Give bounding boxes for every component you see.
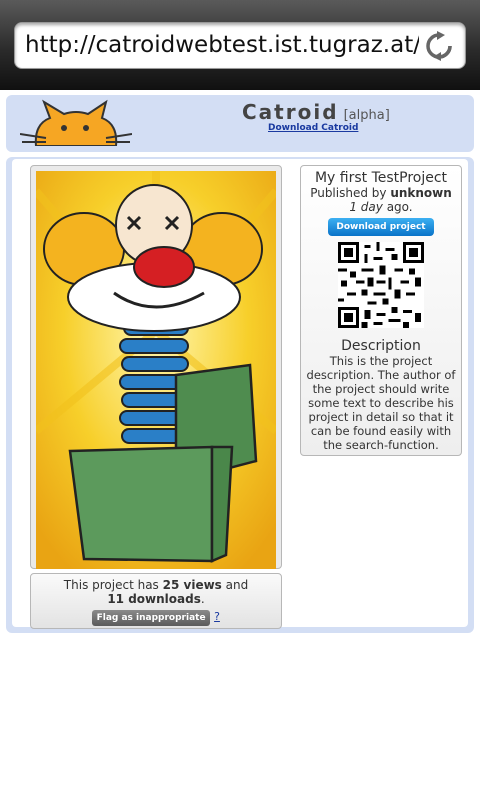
project-thumbnail[interactable]	[30, 165, 282, 569]
author-name: unknown	[390, 186, 452, 200]
alpha-badge: [alpha]	[343, 108, 390, 123]
site-header: Catroid [alpha] Download Catroid	[6, 95, 474, 152]
flag-inappropriate-button[interactable]: Flag as inappropriate	[92, 610, 211, 626]
content-inner: This project has 25 views and 11 downloa…	[12, 159, 468, 629]
stats-middle: and	[221, 578, 249, 592]
download-catroid-link[interactable]: Download Catroid	[268, 123, 358, 133]
brand: Catroid [alpha]	[242, 100, 412, 124]
description-text: This is the project description. The aut…	[306, 354, 456, 452]
age-value: 1 day	[349, 200, 383, 214]
downloads-count: 11 downloads	[107, 592, 201, 606]
flag-row: Flag as inappropriate?	[31, 610, 281, 626]
url-text[interactable]: http://catroidwebtest.ist.tugraz.at/...	[25, 32, 419, 62]
stats-prefix: This project has	[63, 578, 163, 592]
published-prefix: Published by	[310, 186, 391, 200]
project-age: 1 day ago.	[301, 200, 461, 214]
url-bar[interactable]: http://catroidwebtest.ist.tugraz.at/...	[14, 22, 466, 69]
age-suffix: ago.	[382, 200, 413, 214]
flag-help-link[interactable]: ?	[214, 610, 220, 623]
reload-icon[interactable]	[423, 30, 455, 62]
stats-views-line: This project has 25 views and	[31, 578, 281, 592]
catroid-logo-icon[interactable]	[20, 98, 132, 146]
browser-toolbar: http://catroidwebtest.ist.tugraz.at/...	[0, 0, 480, 90]
project-stats: This project has 25 views and 11 downloa…	[30, 573, 282, 629]
download-project-button[interactable]: Download project	[328, 218, 434, 236]
published-by: Published by unknown	[301, 186, 461, 200]
clown-jack-in-the-box-image	[36, 171, 276, 569]
views-count: 25 views	[162, 578, 222, 592]
brand-title: Catroid	[242, 100, 339, 124]
stats-downloads-line: 11 downloads.	[31, 592, 281, 606]
qr-code-icon	[338, 242, 424, 328]
stats-suffix: .	[200, 592, 205, 606]
description-heading: Description	[341, 338, 421, 354]
project-info: My first TestProject Published by unknow…	[300, 165, 462, 456]
content-frame: This project has 25 views and 11 downloa…	[6, 157, 474, 633]
project-title: My first TestProject	[314, 170, 448, 186]
